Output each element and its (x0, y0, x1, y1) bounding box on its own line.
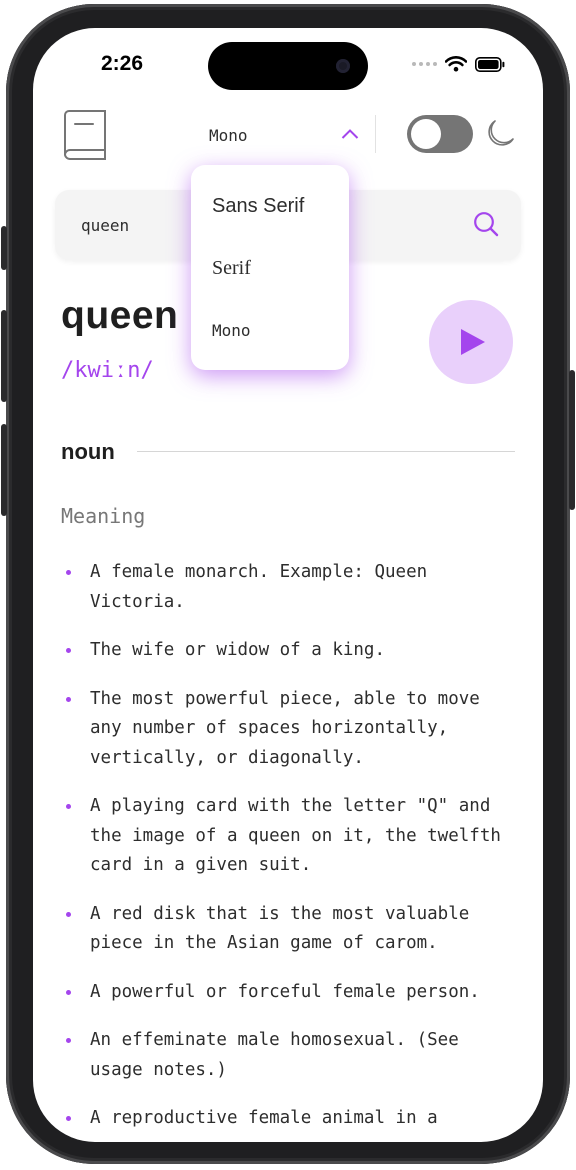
battery-icon (475, 56, 505, 72)
definition-item: An effeminate male homosexual. (See usag… (61, 1026, 521, 1085)
camera-icon (336, 59, 350, 73)
font-option-mono[interactable]: Mono (212, 321, 251, 340)
definition-item: The most powerful piece, able to move an… (61, 685, 521, 774)
font-option-serif[interactable]: Serif (212, 257, 251, 280)
font-option-sans-serif[interactable]: Sans Serif (212, 195, 304, 218)
font-select[interactable]: Mono (209, 122, 359, 148)
status-icons (412, 56, 505, 72)
definition-item: A reproductive female animal in a (61, 1104, 521, 1134)
moon-icon (488, 120, 514, 146)
chevron-up-icon (341, 129, 359, 139)
volume-down-button (1, 424, 7, 516)
play-icon (461, 329, 485, 355)
volume-up-button (1, 310, 7, 402)
meaning-heading: Meaning (61, 504, 146, 528)
signal-icon (412, 62, 437, 66)
part-of-speech: noun (61, 439, 115, 464)
definition-item: A red disk that is the most valuable pie… (61, 900, 521, 959)
definition-item: A female monarch. Example: Queen Victori… (61, 558, 521, 617)
dynamic-island (208, 42, 368, 90)
power-button (569, 370, 575, 510)
section-divider (137, 451, 515, 452)
status-time: 2:26 (101, 52, 144, 75)
silent-switch (1, 226, 7, 270)
book-logo-icon (63, 110, 106, 160)
play-audio-button[interactable] (429, 300, 513, 384)
search-icon[interactable] (473, 211, 499, 237)
definitions-list: A female monarch. Example: Queen Victori… (61, 558, 521, 1142)
toggle-knob (411, 119, 441, 149)
header-divider (375, 115, 376, 153)
phonetic-text: /kwiːn/ (61, 358, 154, 383)
font-dropdown-menu: Sans Serif Serif Mono (191, 165, 349, 370)
definition-item: The wife or widow of a king. (61, 636, 521, 666)
font-select-label: Mono (209, 125, 248, 145)
definition-item: A powerful or forceful female person. (61, 978, 521, 1008)
word-title: queen (61, 294, 179, 337)
app-screen: 2:26 Mono queen queen /kwiːn/ noun Meani… (33, 28, 543, 1142)
wifi-icon (445, 56, 467, 72)
definition-item: A playing card with the letter "Q" and t… (61, 792, 521, 881)
theme-toggle[interactable] (407, 115, 473, 153)
